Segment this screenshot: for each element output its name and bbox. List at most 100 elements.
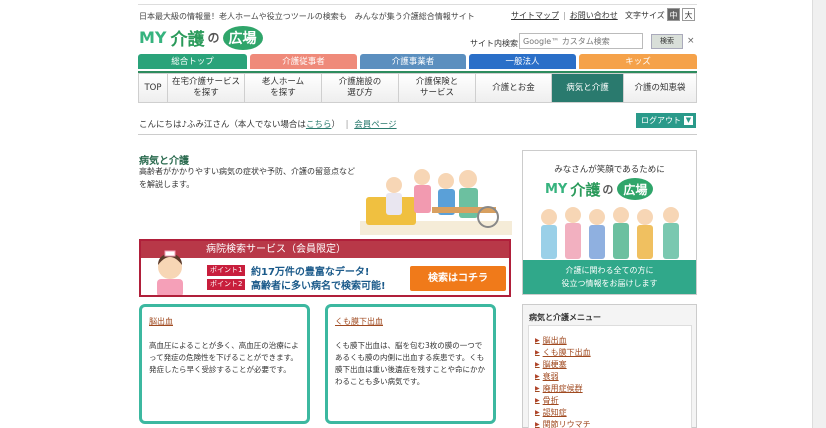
illustration-head-3 <box>438 173 454 189</box>
people-illustration <box>541 207 679 259</box>
menu-item[interactable]: ▶ 脳梗塞 <box>535 358 691 370</box>
menu-item[interactable]: ▶ 骨折 <box>535 394 691 406</box>
header-divider <box>138 134 697 135</box>
illness-menu: 病気と介護メニュー ▶ 脳出血 ▶ くも膜下出血 ▶ 脳梗塞 ▶ 衰弱 ▶ 廃用症候群 ▶… <box>522 304 697 428</box>
point2-badge: ポイント2 <box>207 279 246 290</box>
tab-label: 介護従事者 <box>282 57 325 67</box>
nav-item-tips[interactable]: 介護の知恵袋 <box>624 74 696 102</box>
triangle-right-icon: ▶ <box>535 408 540 416</box>
menu-item[interactable]: ▶ 関節リウマチ <box>535 418 691 428</box>
menu-item-label: 脳出血 <box>542 335 567 345</box>
triangle-right-icon: ▶ <box>535 384 540 392</box>
triangle-right-icon: ▶ <box>535 360 540 368</box>
illustration-head-1 <box>386 177 402 193</box>
not-me-link[interactable]: こちら <box>306 120 332 130</box>
logo-no: の <box>207 31 220 45</box>
side-logo: MY 介護 の 広場 <box>545 178 654 200</box>
illustration-body-1 <box>386 193 402 215</box>
tab-label: 一般法人 <box>505 57 540 67</box>
greeting-suffix: ） <box>331 120 340 130</box>
tab-kids[interactable]: キッズ <box>579 54 697 69</box>
side-promo-panel[interactable]: みなさんが笑顔であるために MY 介護 の 広場 介護に関わる全ての方に 役立つ… <box>522 150 697 295</box>
site-tagline: 日本最大級の情報量！老人ホームや役立つツールの検索も みんなが集う介護総合情報サ… <box>139 12 475 21</box>
main-nav: TOP 在宅介護サービス を探す 老人ホーム を探す 介護施設の 選び方 介護保… <box>138 73 697 103</box>
nav-item-top[interactable]: TOP <box>139 74 168 102</box>
tab-general-top[interactable]: 総合トップ <box>138 54 247 69</box>
logout-label: ログアウト <box>641 116 681 125</box>
tab-corporations[interactable]: 一般法人 <box>469 54 576 69</box>
logo-my: MY <box>139 28 167 47</box>
page-scrollbar[interactable] <box>812 0 826 428</box>
banner-search-button[interactable]: 検索はコチラ <box>410 266 506 291</box>
member-page-link[interactable]: 会員ページ <box>354 120 396 130</box>
menu-item-label: 骨折 <box>542 395 559 405</box>
font-size-large-button[interactable]: 大 <box>682 8 695 21</box>
menu-item-label: 衰弱 <box>542 371 559 381</box>
side-panel-line2: 役立つ情報をお届けします <box>561 279 658 288</box>
card-body: 高血圧によることが多く、高血圧の治療によって発症の危険性を下げることができます。… <box>149 341 299 374</box>
logo-hiroba: 広場 <box>617 178 654 200</box>
search-button[interactable]: 検索 <box>651 34 683 49</box>
caregivers-illustration <box>360 169 512 235</box>
card-title-link[interactable]: 脳出血 <box>149 316 300 327</box>
illustration-head-2 <box>414 169 430 185</box>
disease-card: 脳出血 高血圧によることが多く、高血圧の治療によって発症の危険性を下げることがで… <box>139 304 310 424</box>
close-icon[interactable]: × <box>687 36 695 46</box>
tab-care-providers[interactable]: 介護事業者 <box>360 54 466 69</box>
link-separator: | <box>563 11 566 20</box>
nav-item-money[interactable]: 介護とお金 <box>476 74 552 102</box>
side-panel-bar: 介護に関わる全ての方に 役立つ情報をお届けします <box>523 260 696 294</box>
sitemap-link[interactable]: サイトマップ <box>511 10 559 21</box>
illustration-body-4 <box>459 188 478 218</box>
greeting: こんにちは♪ふみ江さん（本人でない場合はこちら） | 会員ページ <box>139 118 397 130</box>
menu-item[interactable]: ▶ 認知症 <box>535 406 691 418</box>
hospital-search-banner[interactable]: 病院検索サービス（会員限定） ポイント1 約17万件の豊富なデータ! ポイント2… <box>139 239 511 297</box>
menu-item-label: 脳梗塞 <box>542 359 567 369</box>
point1-text: 約17万件の豊富なデータ! <box>251 267 370 278</box>
card-title-link[interactable]: くも膜下出血 <box>335 316 486 327</box>
search-label: サイト内検索 <box>470 39 518 48</box>
contact-link[interactable]: お問い合わせ <box>570 10 618 21</box>
tab-label: キッズ <box>625 57 651 67</box>
search-input[interactable] <box>519 33 643 49</box>
site-logo[interactable]: MY 介護 の 広場 <box>139 25 263 50</box>
tab-care-workers[interactable]: 介護従事者 <box>250 54 357 69</box>
font-size-label: 文字サイズ <box>625 11 665 20</box>
point2-text: 高齢者に多い病名で検索可能! <box>251 281 386 292</box>
triangle-right-icon: ▶ <box>535 420 540 428</box>
menu-list: ▶ 脳出血 ▶ くも膜下出血 ▶ 脳梗塞 ▶ 衰弱 ▶ 廃用症候群 ▶ 骨折 ▶ 認知症 ▶ 関… <box>528 325 692 428</box>
menu-item[interactable]: ▶ 脳出血 <box>535 334 691 346</box>
card-body: くも膜下出血は、脳を包む3枚の膜の一つであるくも膜の内側に出血する疾患です。くも… <box>335 341 485 386</box>
triangle-right-icon: ▶ <box>535 336 540 344</box>
menu-item[interactable]: ▶ 衰弱 <box>535 370 691 382</box>
triangle-right-icon: ▶ <box>535 348 540 356</box>
illustration-body-2 <box>414 185 431 213</box>
nav-item-insurance[interactable]: 介護保険と サービス <box>399 74 476 102</box>
side-panel-line1: 介護に関わる全ての方に <box>565 266 654 275</box>
logo-my: MY <box>545 181 568 197</box>
tab-label: 介護事業者 <box>391 57 435 67</box>
menu-item[interactable]: ▶ くも膜下出血 <box>535 346 691 358</box>
top-links: サイトマップ | お問い合わせ <box>511 10 618 21</box>
nav-item-facility-guide[interactable]: 介護施設の 選び方 <box>322 74 399 102</box>
greeting-separator: | <box>345 120 349 130</box>
font-size-medium-button[interactable]: 中 <box>667 8 680 21</box>
logo-no: の <box>602 183 614 196</box>
menu-item-label: 関節リウマチ <box>542 419 591 428</box>
side-panel-heading: みなさんが笑顔であるために <box>554 165 665 175</box>
page-description: 高齢者がかかりやすい病気の症状や予防、介護の留意点などを解説します。 <box>139 167 355 189</box>
menu-item-label: 認知症 <box>542 407 567 417</box>
nav-item-nursing-homes[interactable]: 老人ホーム を探す <box>245 74 322 102</box>
nav-item-illness[interactable]: 病気と介護 <box>552 74 624 102</box>
nav-item-home-care[interactable]: 在宅介護サービス を探す <box>168 74 245 102</box>
menu-item-label: 廃用症候群 <box>542 383 583 393</box>
menu-item[interactable]: ▶ 廃用症候群 <box>535 382 691 394</box>
tab-label: 総合トップ <box>171 57 214 67</box>
top-border <box>138 4 697 5</box>
banner-title: 病院検索サービス（会員限定） <box>141 241 509 258</box>
logo-kaigo: 介護 <box>170 30 205 50</box>
disease-card: くも膜下出血 くも膜下出血は、脳を包む3枚の膜の一つであるくも膜の内側に出血する… <box>325 304 496 424</box>
logo-kaigo: 介護 <box>570 180 601 199</box>
logout-button[interactable]: ログアウト ▼ <box>636 113 696 128</box>
triangle-right-icon: ▶ <box>535 396 540 404</box>
